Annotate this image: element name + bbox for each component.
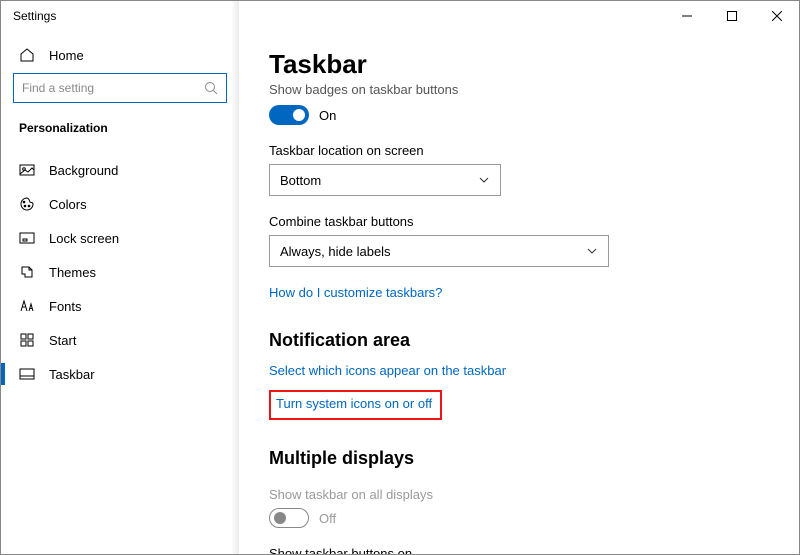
home-icon <box>19 47 35 63</box>
combine-value: Always, hide labels <box>280 244 391 259</box>
sidebar: Home Personalization Background Colors <box>1 31 239 554</box>
sidebar-item-label: Lock screen <box>49 231 119 246</box>
sidebar-item-start[interactable]: Start <box>1 323 239 357</box>
chevron-down-icon <box>586 245 598 257</box>
lockscreen-icon <box>19 230 35 246</box>
search-input[interactable] <box>22 81 204 95</box>
location-value: Bottom <box>280 173 321 188</box>
notification-heading: Notification area <box>269 330 769 351</box>
home-label: Home <box>49 48 84 63</box>
badges-toggle[interactable] <box>269 105 309 125</box>
search-icon <box>204 81 218 95</box>
sidebar-item-lockscreen[interactable]: Lock screen <box>1 221 239 255</box>
sidebar-item-themes[interactable]: Themes <box>1 255 239 289</box>
location-select[interactable]: Bottom <box>269 164 501 196</box>
badges-label: Show badges on taskbar buttons <box>269 82 769 97</box>
show-all-displays-toggle[interactable] <box>269 508 309 528</box>
combine-label: Combine taskbar buttons <box>269 214 769 229</box>
themes-icon <box>19 264 35 280</box>
sidebar-item-taskbar[interactable]: Taskbar <box>1 357 239 391</box>
main-panel: Taskbar Show badges on taskbar buttons O… <box>239 31 799 554</box>
sidebar-item-fonts[interactable]: Fonts <box>1 289 239 323</box>
page-title: Taskbar <box>269 49 769 80</box>
taskbar-icon <box>19 366 35 382</box>
titlebar: Settings <box>1 1 799 31</box>
start-icon <box>19 332 35 348</box>
fonts-icon <box>19 298 35 314</box>
system-icons-link[interactable]: Turn system icons on or off <box>276 396 432 411</box>
badges-toggle-state: On <box>319 108 336 123</box>
maximize-button[interactable] <box>709 1 754 31</box>
sidebar-section-title: Personalization <box>1 121 239 143</box>
palette-icon <box>19 196 35 212</box>
combine-select[interactable]: Always, hide labels <box>269 235 609 267</box>
sidebar-item-label: Themes <box>49 265 96 280</box>
window-title: Settings <box>13 9 56 23</box>
sidebar-item-label: Start <box>49 333 76 348</box>
customize-link[interactable]: How do I customize taskbars? <box>269 285 442 300</box>
sidebar-item-label: Background <box>49 163 118 178</box>
highlight-annotation: Turn system icons on or off <box>269 390 442 420</box>
search-box[interactable] <box>13 73 227 103</box>
home-nav[interactable]: Home <box>1 41 239 73</box>
picture-icon <box>19 162 35 178</box>
sidebar-item-label: Fonts <box>49 299 82 314</box>
show-all-displays-state: Off <box>319 511 336 526</box>
close-button[interactable] <box>754 1 799 31</box>
multiple-displays-heading: Multiple displays <box>269 448 769 469</box>
sidebar-item-colors[interactable]: Colors <box>1 187 239 221</box>
sidebar-item-label: Colors <box>49 197 87 212</box>
sidebar-item-background[interactable]: Background <box>1 153 239 187</box>
location-label: Taskbar location on screen <box>269 143 769 158</box>
minimize-button[interactable] <box>664 1 709 31</box>
chevron-down-icon <box>478 174 490 186</box>
show-all-displays-label: Show taskbar on all displays <box>269 487 769 502</box>
show-buttons-label: Show taskbar buttons on <box>269 546 769 554</box>
select-icons-link[interactable]: Select which icons appear on the taskbar <box>269 363 506 378</box>
sidebar-item-label: Taskbar <box>49 367 95 382</box>
